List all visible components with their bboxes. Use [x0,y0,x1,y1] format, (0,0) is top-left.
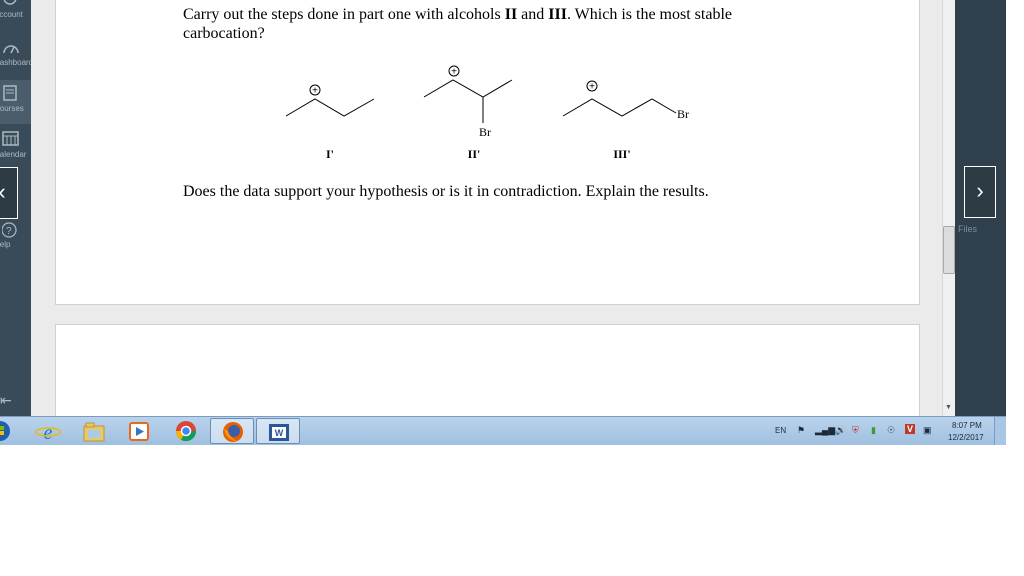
help-icon: ? [1,222,31,240]
carbocation-structures: + + + Br Br I' II' III' [285,65,689,161]
scroll-down-icon[interactable]: ▼ [945,404,952,411]
language-indicator[interactable]: EN [775,426,786,435]
taskbar-internet-explorer[interactable]: e [26,418,70,444]
question-card: Carry out the steps done in part one wit… [55,0,920,305]
antivirus-v-icon[interactable]: V [905,424,916,434]
firefox-icon [223,422,243,442]
display-monitor-icon[interactable]: ▣ [923,425,932,436]
nav-label-courses: Courses [0,104,24,113]
network-signal-icon[interactable]: ▂▄▆ [815,425,835,436]
collapse-nav-icon[interactable]: ⇤ [0,392,12,409]
svg-text:W: W [275,428,284,438]
nav-item-calendar[interactable]: Calendar [0,130,31,164]
structure-i-bonds [285,98,375,117]
structure-iii-bonds [562,98,677,117]
nav-label-account: Account [0,10,23,19]
taskbar-firefox[interactable] [210,418,254,444]
account-icon [2,0,31,10]
word-icon: W [269,424,289,441]
taskbar-media-player[interactable] [118,418,162,444]
taskbar: e W EN ⚑ ▂▄▆ 🔊 ⛨ ▮ ☉ V ▣ 8:07 PM 12/2/20… [0,416,1006,445]
followup-question: Does the data support your hypothesis or… [183,183,709,200]
clock-date[interactable]: 12/2/2017 [948,433,984,442]
next-question-card [55,324,920,426]
structure-ii-label: II' [468,147,481,161]
files-link[interactable]: Files [958,224,977,234]
nav-label-calendar: Calendar [0,150,27,159]
battery-icon[interactable]: ▮ [871,425,876,436]
structure-ii-br-label: Br [479,125,491,139]
taskbar-word[interactable]: W [256,418,300,444]
start-orb-icon [0,421,10,441]
charge-ii: + [448,65,460,78]
courses-icon [2,84,31,104]
start-button[interactable] [0,418,16,444]
nav-item-dashboard[interactable]: Dashboard [0,40,31,74]
nav-label-help: Help [0,240,11,249]
calendar-icon [2,130,31,150]
nav-item-account[interactable]: Account [0,0,31,26]
chevron-right-icon: › [976,178,984,203]
scrollbar-thumb[interactable] [943,226,955,274]
previous-page-button[interactable]: ‹ [0,167,18,219]
charge-iii-symbol: + [589,82,595,93]
structure-iii-label: III' [613,147,630,161]
svg-text:?: ? [6,226,12,237]
svg-text:e: e [44,422,53,444]
structure-iii-br-label: Br [677,107,689,121]
nav-label-dashboard: Dashboard [0,58,31,67]
chevron-left-icon: ‹ [0,179,6,204]
security-shield-icon[interactable]: ⛨ [852,425,859,436]
show-desktop-button[interactable] [994,417,1006,445]
taskbar-file-explorer[interactable] [72,418,116,444]
volume-icon[interactable]: 🔊 [835,425,846,436]
screen: Account Dashboard Courses Calendar ? Hel… [0,0,1006,445]
nav-item-help[interactable]: ? Help [0,222,31,256]
internet-explorer-icon: e [35,422,61,444]
structure-ii-bonds [423,79,513,98]
structure-i-label: I' [326,147,334,161]
charge-iii: + [586,80,598,93]
scrollbar[interactable] [942,0,956,416]
charge-i-symbol: + [312,86,318,97]
clock-time[interactable]: 8:07 PM [952,421,982,430]
folder-icon [83,422,105,442]
taskbar-chrome[interactable] [164,418,208,444]
action-center-flag-icon[interactable]: ⚑ [797,425,805,436]
chrome-icon [175,421,197,442]
charge-i: + [309,84,321,97]
charge-ii-symbol: + [451,67,457,78]
nav-item-courses[interactable]: Courses [0,80,31,124]
media-player-icon [129,422,149,441]
dashboard-icon [2,40,31,58]
sync-icon[interactable]: ☉ [887,425,895,436]
next-page-button[interactable]: › [964,166,996,218]
